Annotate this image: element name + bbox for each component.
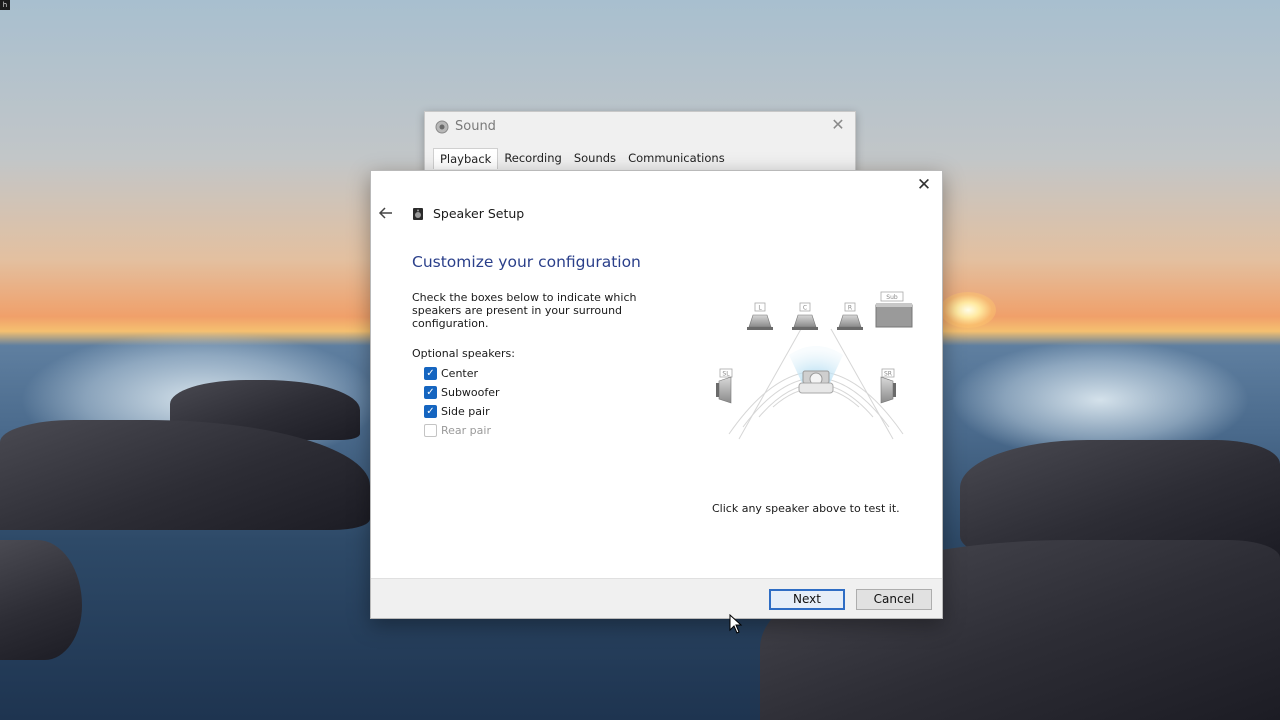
- checkbox-label: Subwoofer: [441, 386, 500, 399]
- close-icon[interactable]: ✕: [914, 175, 934, 195]
- checkbox-rear-pair: Rear pair: [424, 421, 500, 440]
- sound-close-icon[interactable]: ✕: [829, 116, 847, 134]
- speaker-center-label: C: [803, 305, 807, 312]
- tab-playback[interactable]: Playback: [433, 148, 499, 169]
- checkbox-center[interactable]: ✓ Center: [424, 364, 500, 383]
- listener-icon: [798, 370, 834, 394]
- speaker-side-right-label: SR: [884, 371, 892, 378]
- checkbox-checked-icon[interactable]: ✓: [424, 405, 437, 418]
- dialog-footer: Next Cancel: [371, 578, 942, 618]
- rock-left-bottom: [0, 540, 82, 660]
- sound-tabs: Playback Recording Sounds Communications: [433, 148, 731, 169]
- speaker-center[interactable]: C: [792, 302, 818, 330]
- instructions-text: Check the boxes below to indicate which …: [412, 291, 637, 330]
- tab-recording[interactable]: Recording: [498, 148, 568, 169]
- checkbox-label: Center: [441, 367, 479, 380]
- dialog-title-bar: Speaker Setup: [411, 206, 524, 221]
- speaker-subwoofer[interactable]: Sub: [875, 291, 913, 328]
- checkbox-checked-icon[interactable]: ✓: [424, 386, 437, 399]
- mouse-cursor-icon: [729, 614, 743, 634]
- checkbox-label: Rear pair: [441, 424, 491, 437]
- test-hint-text: Click any speaker above to test it.: [712, 502, 900, 515]
- checkbox-label: Side pair: [441, 405, 490, 418]
- speaker-icon: [413, 207, 423, 220]
- speaker-side-left[interactable]: SL: [716, 368, 733, 404]
- corner-tag: h: [0, 0, 10, 10]
- speaker-side-left-label: SL: [722, 371, 730, 378]
- checkbox-side-pair[interactable]: ✓ Side pair: [424, 402, 500, 421]
- speaker-right[interactable]: R: [837, 302, 863, 330]
- dialog-title: Speaker Setup: [433, 206, 525, 221]
- sound-title-bar: Sound: [435, 119, 496, 134]
- cancel-button[interactable]: Cancel: [856, 589, 932, 610]
- page-heading: Customize your configuration: [412, 253, 641, 271]
- checkbox-unchecked-icon: [424, 424, 437, 437]
- speaker-left[interactable]: L: [747, 302, 773, 330]
- speaker-right-label: R: [848, 305, 852, 312]
- speaker-setup-dialog: ✕ Speaker Setup Customize your configura…: [370, 170, 943, 619]
- speaker-app-icon: [435, 120, 449, 133]
- optional-speakers-label: Optional speakers:: [412, 347, 515, 360]
- back-arrow-icon[interactable]: [377, 204, 395, 222]
- checkbox-checked-icon[interactable]: ✓: [424, 367, 437, 380]
- speaker-side-right[interactable]: SR: [880, 368, 896, 404]
- speaker-subwoofer-label: Sub: [886, 294, 898, 301]
- checkbox-subwoofer[interactable]: ✓ Subwoofer: [424, 383, 500, 402]
- optional-speakers-list: ✓ Center ✓ Subwoofer ✓ Side pair Rear pa…: [424, 364, 500, 440]
- tab-communications[interactable]: Communications: [622, 148, 731, 169]
- speaker-layout-diagram: L C R Sub SL SR: [716, 291, 913, 440]
- sun: [940, 292, 996, 328]
- sound-window-title: Sound: [455, 119, 496, 134]
- tab-sounds[interactable]: Sounds: [568, 148, 622, 169]
- next-button[interactable]: Next: [769, 589, 845, 610]
